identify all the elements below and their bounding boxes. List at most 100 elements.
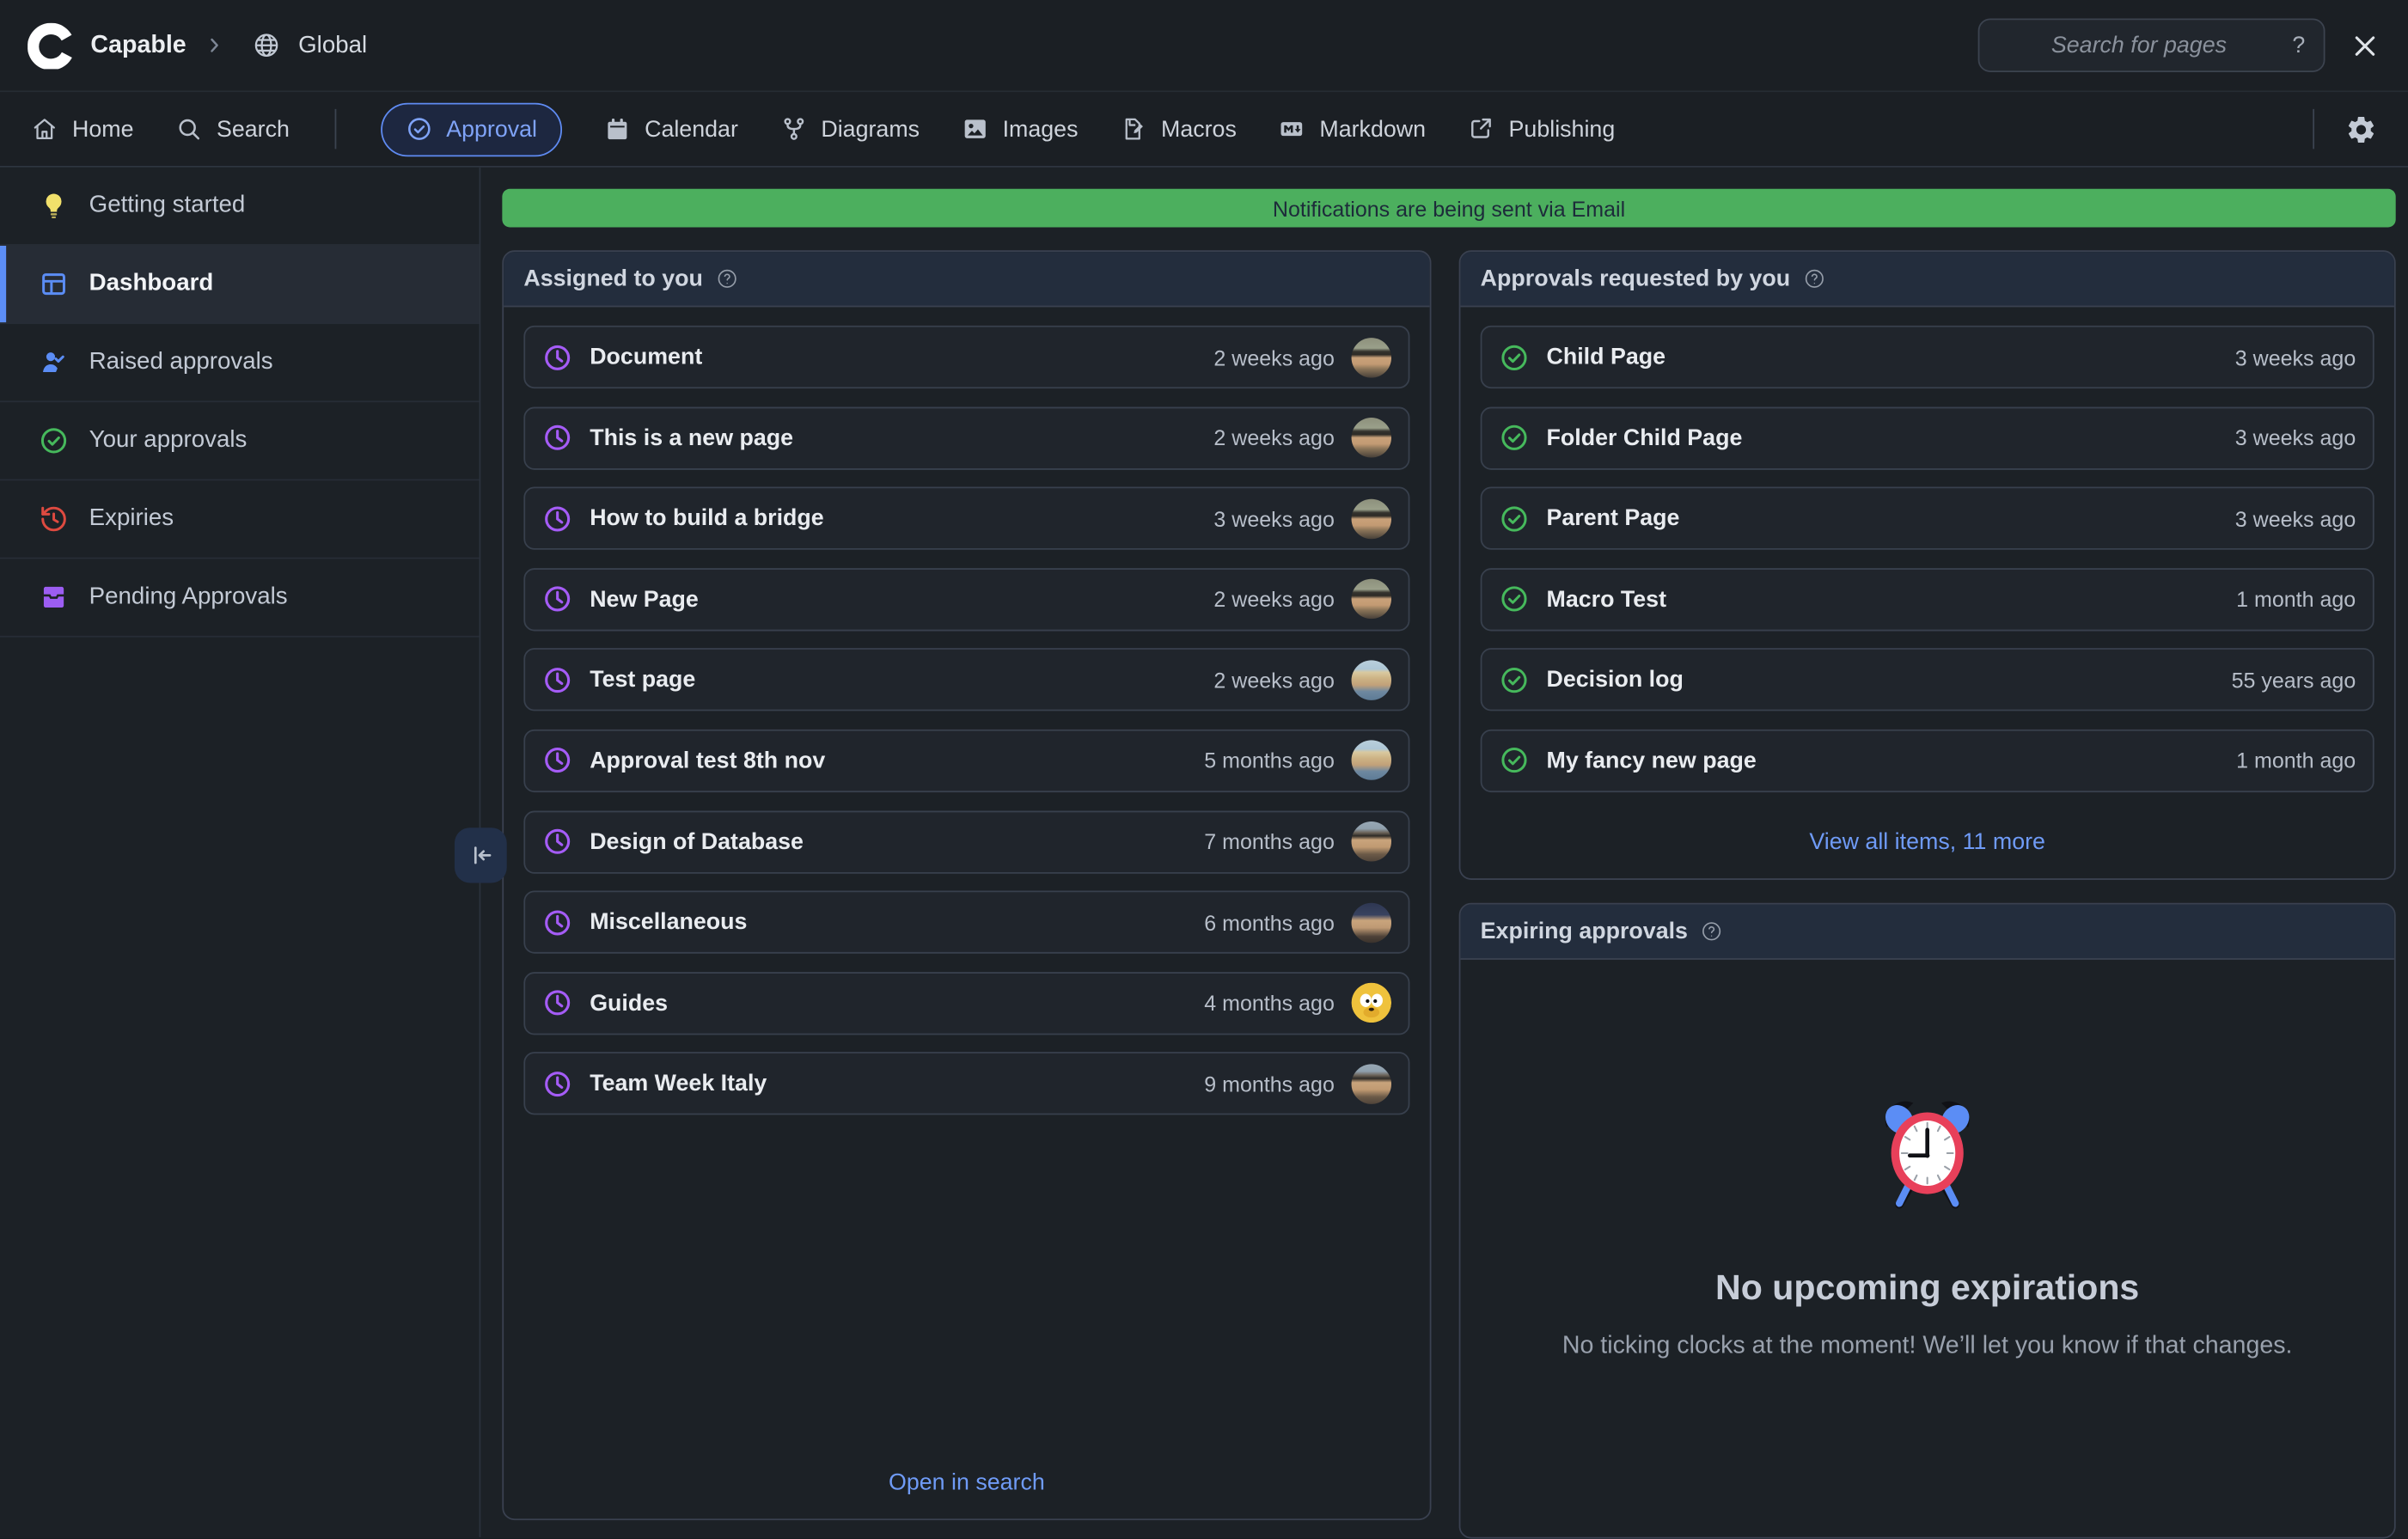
- check-circle-icon: [1499, 665, 1530, 696]
- expiring-empty-state: No upcoming expirations No ticking clock…: [1460, 960, 2393, 1537]
- clock-icon: [542, 907, 573, 937]
- clock-icon: [542, 342, 573, 373]
- clock-icon: [542, 827, 573, 858]
- close-icon[interactable]: [2350, 30, 2380, 61]
- diagrams-icon: [779, 115, 807, 143]
- requested-panel: Approvals requested by you Child Page3 w…: [1459, 250, 2396, 880]
- sidebar-item-pending-approvals[interactable]: Pending Approvals: [0, 559, 480, 637]
- item-timestamp: 5 months ago: [1204, 748, 1335, 773]
- item-title: Folder Child Page: [1546, 424, 1742, 450]
- sidebar-item-raised-approvals[interactable]: Raised approvals: [0, 324, 480, 402]
- nav-item-publishing[interactable]: Publishing: [1467, 115, 1615, 143]
- list-item[interactable]: Decision log55 years ago: [1481, 649, 2374, 711]
- open-in-search-link[interactable]: Open in search: [889, 1469, 1045, 1495]
- item-timestamp: 2 weeks ago: [1213, 345, 1334, 369]
- nav-item-label: Images: [1003, 116, 1079, 142]
- topbar-actions: ?: [1978, 18, 2380, 72]
- history-icon: [39, 504, 70, 534]
- breadcrumb-app[interactable]: Capable: [90, 32, 186, 59]
- list-item[interactable]: New Page2 weeks ago: [523, 568, 1409, 631]
- nav-divider: [334, 109, 336, 149]
- chevron-right-icon: [203, 34, 226, 57]
- nav-item-macros[interactable]: Macros: [1120, 115, 1237, 143]
- clock-icon: [542, 746, 573, 777]
- breadcrumb: Capable Global: [28, 22, 367, 69]
- sidebar-item-label: Pending Approvals: [89, 583, 288, 611]
- sidebar-item-label: Expiries: [89, 505, 174, 533]
- check-circle-icon: [1499, 342, 1530, 373]
- clock-icon: [542, 665, 573, 696]
- nav-item-label: Home: [72, 116, 134, 142]
- item-title: Guides: [590, 990, 668, 1016]
- dashboard-icon: [39, 269, 70, 300]
- assigned-panel: Assigned to you Document2 weeks agoThis …: [502, 250, 1431, 1520]
- markdown-icon: [1278, 115, 1305, 143]
- check-circle-icon: [1499, 504, 1530, 534]
- nav-item-markdown[interactable]: Markdown: [1278, 115, 1426, 143]
- collapse-sidebar-button[interactable]: [455, 828, 507, 882]
- list-item[interactable]: Macro Test1 month ago: [1481, 568, 2374, 631]
- search-input[interactable]: [1998, 31, 2280, 60]
- help-icon[interactable]: [1700, 919, 1723, 943]
- avatar-soldier: [1352, 579, 1391, 619]
- help-icon[interactable]: [715, 267, 738, 290]
- macros-icon: [1120, 115, 1147, 143]
- person-check-icon: [39, 347, 70, 378]
- list-item[interactable]: Test page2 weeks ago: [523, 649, 1409, 711]
- list-item[interactable]: Parent Page3 weeks ago: [1481, 487, 2374, 550]
- nav-item-label: Publishing: [1509, 116, 1616, 142]
- nav-divider: [2313, 109, 2314, 149]
- list-item[interactable]: Team Week Italy9 months ago: [523, 1053, 1409, 1115]
- list-item[interactable]: Approval test 8th nov5 months ago: [523, 730, 1409, 792]
- nav-item-search[interactable]: Search: [175, 115, 290, 143]
- clock-icon: [542, 987, 573, 1018]
- search-icon: [175, 115, 203, 143]
- expiring-panel-title: Expiring approvals: [1481, 919, 1688, 944]
- images-icon: [961, 115, 988, 143]
- list-item[interactable]: Design of Database7 months ago: [523, 810, 1409, 873]
- breadcrumb-space[interactable]: Global: [298, 32, 367, 59]
- capable-logo-icon: [28, 22, 74, 69]
- list-item[interactable]: Folder Child Page 3 weeks ago: [1481, 406, 2374, 469]
- check-circle-icon: [1499, 746, 1530, 777]
- list-item[interactable]: This is a new page2 weeks ago: [523, 406, 1409, 469]
- list-item[interactable]: My fancy new page1 month ago: [1481, 730, 2374, 792]
- nav-settings-area: [2310, 109, 2378, 149]
- nav-item-images[interactable]: Images: [961, 115, 1078, 143]
- assigned-panel-footer: Open in search: [504, 1451, 1430, 1519]
- help-icon[interactable]: [1802, 267, 1825, 290]
- item-title: Team Week Italy: [590, 1071, 767, 1096]
- list-item[interactable]: Guides 4 months ago: [523, 972, 1409, 1035]
- list-item[interactable]: Child Page3 weeks ago: [1481, 326, 2374, 388]
- nav-item-approval[interactable]: Approval: [380, 102, 561, 156]
- item-timestamp: 7 months ago: [1204, 829, 1335, 854]
- nav-item-label: Macros: [1161, 116, 1237, 142]
- list-item[interactable]: How to build a bridge3 weeks ago: [523, 487, 1409, 550]
- app-window: Capable Global ? Home Search Approval Calen…: [0, 0, 2408, 1539]
- item-timestamp: 3 weeks ago: [1213, 506, 1334, 531]
- item-title: New Page: [590, 586, 699, 612]
- list-item[interactable]: Miscellaneous6 months ago: [523, 891, 1409, 954]
- nav-item-label: Calendar: [645, 116, 738, 142]
- item-title: Child Page: [1546, 344, 1665, 369]
- item-timestamp: 3 weeks ago: [2235, 425, 2356, 450]
- gear-icon[interactable]: [2345, 113, 2378, 145]
- sidebar-item-label: Raised approvals: [89, 349, 273, 376]
- sidebar-item-your-approvals[interactable]: Your approvals: [0, 402, 480, 480]
- item-timestamp: 1 month ago: [2236, 748, 2356, 773]
- requested-panel-title: Approvals requested by you: [1481, 266, 1790, 291]
- page-search[interactable]: ?: [1978, 18, 2325, 72]
- item-timestamp: 2 weeks ago: [1213, 425, 1334, 450]
- collapse-sidebar-icon: [467, 841, 494, 869]
- nav-item-diagrams[interactable]: Diagrams: [779, 115, 920, 143]
- list-item[interactable]: Document2 weeks ago: [523, 326, 1409, 388]
- item-timestamp: 4 months ago: [1204, 991, 1335, 1016]
- sidebar-item-expiries[interactable]: Expiries: [0, 480, 480, 559]
- sidebar-item-dashboard[interactable]: Dashboard: [0, 246, 480, 324]
- view-all-items-link[interactable]: View all items, 11 more: [1809, 829, 2045, 855]
- nav-item-label: Search: [217, 116, 290, 142]
- sidebar-item-label: Your approvals: [89, 427, 248, 455]
- sidebar-item-getting-started[interactable]: Getting started: [0, 168, 480, 246]
- nav-item-home[interactable]: Home: [31, 115, 134, 143]
- nav-item-calendar[interactable]: Calendar: [603, 115, 738, 143]
